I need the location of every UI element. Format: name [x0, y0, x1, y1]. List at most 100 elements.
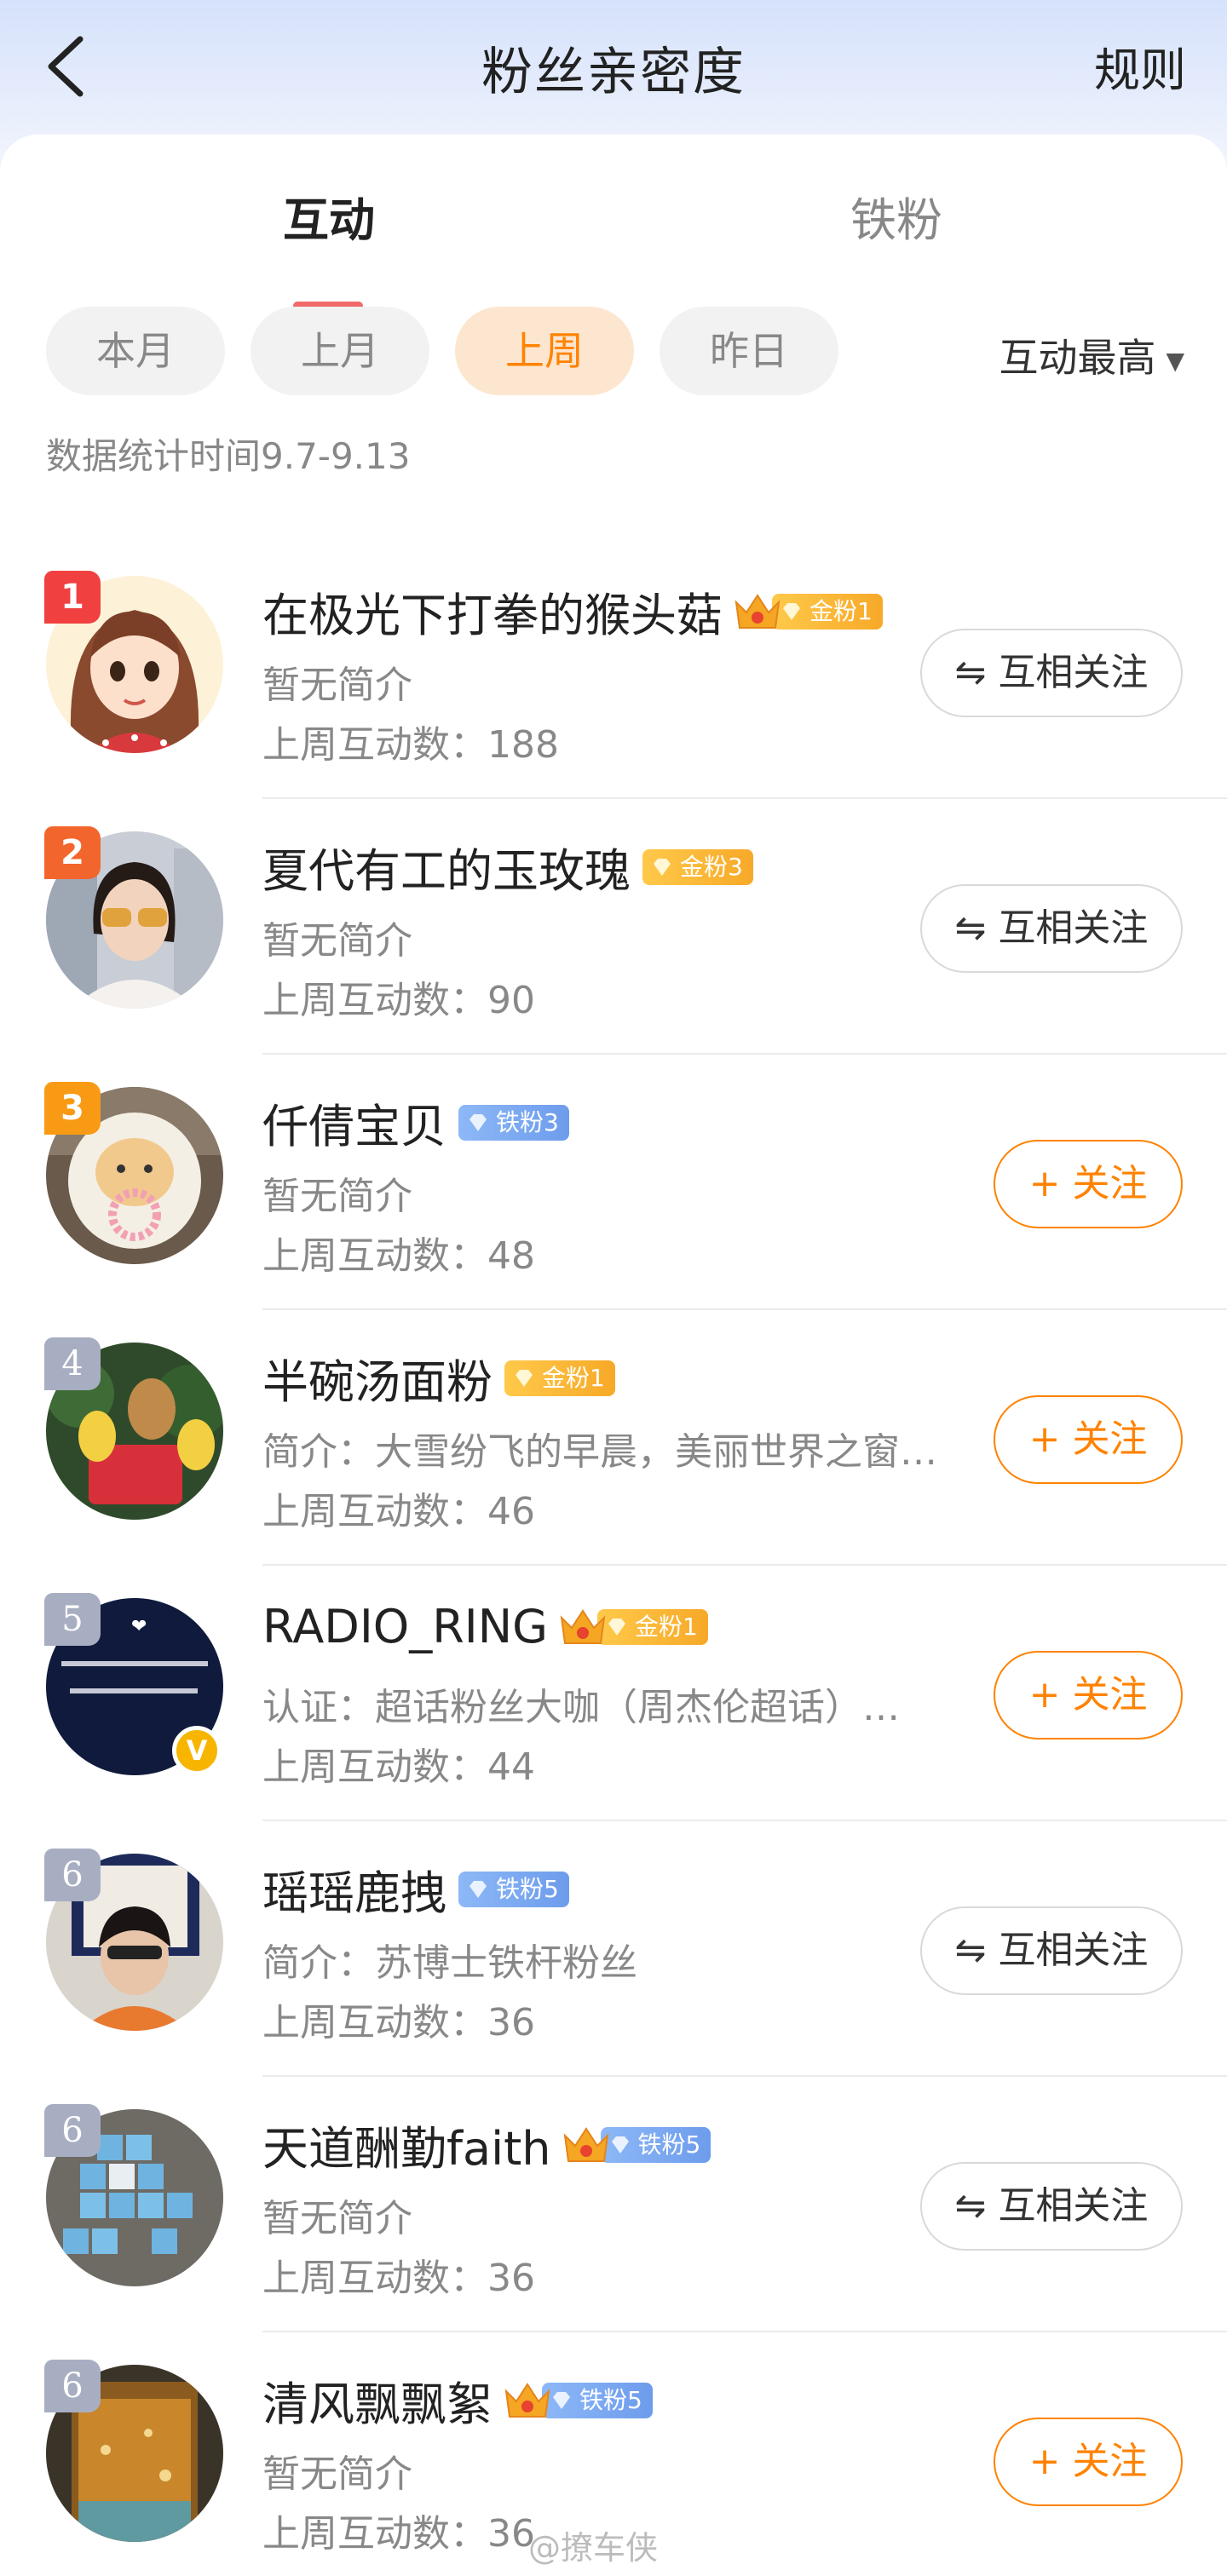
fan-bio: 暂无简介: [262, 2452, 412, 2496]
fan-bio: 暂无简介: [262, 2197, 412, 2240]
list-item[interactable]: 5 ❤ V RADIO_RING 金粉1 认证：超话粉丝大咖（周杰伦超话）… 上周…: [0, 1566, 1227, 1821]
button-label: 互相关注: [998, 651, 1149, 694]
fan-name[interactable]: 在极光下打拳的猴头菇: [262, 589, 723, 642]
fan-name[interactable]: 瑶瑶鹿拽: [262, 1866, 446, 1920]
swap-arrows-icon: ⇋: [954, 2184, 987, 2228]
fan-name[interactable]: RADIO_RING: [262, 1600, 548, 1653]
fan-level-label: 金粉1: [809, 596, 873, 625]
button-label: 互相关注: [998, 2184, 1149, 2228]
svg-text:❤: ❤: [131, 1616, 147, 1637]
interaction-count: 上周互动数：188: [262, 723, 559, 767]
plus-icon: +: [1028, 1417, 1061, 1461]
interaction-count: 上周互动数：36: [262, 2001, 535, 2044]
fan-level-badge: 铁粉5: [600, 2126, 711, 2163]
filter-last-month[interactable]: 上月: [251, 307, 429, 395]
fan-level-label: 铁粉5: [579, 2385, 642, 2414]
triangle-down-icon: ▼: [1166, 347, 1184, 375]
fan-bio: 认证：超话粉丝大咖（周杰伦超话）…: [262, 1686, 900, 1729]
button-label: 互相关注: [998, 906, 1149, 950]
mutual-follow-button[interactable]: ⇋ 互相关注: [920, 884, 1183, 973]
tab-interaction[interactable]: 互动: [283, 182, 375, 250]
fan-name-line: RADIO_RING 金粉1: [262, 1600, 708, 1656]
fan-level-badge: 铁粉5: [458, 1871, 569, 1907]
mutual-follow-button[interactable]: ⇋ 互相关注: [920, 2162, 1183, 2251]
rank-badge: 6: [44, 1849, 101, 1901]
follow-button[interactable]: + 关注: [994, 1395, 1183, 1484]
button-label: 关注: [1072, 1162, 1148, 1205]
fan-name-line: 夏代有工的玉玫瑰 金粉3: [262, 833, 753, 898]
fan-bio: 暂无简介: [262, 919, 412, 963]
fan-level-label: 铁粉5: [637, 2130, 701, 2159]
fan-name[interactable]: 仟倩宝贝: [262, 1100, 446, 1153]
fan-bio: 暂无简介: [262, 1175, 412, 1218]
fan-level-label: 金粉3: [680, 852, 743, 881]
fan-name-line: 天道酬勤faith 铁粉5: [262, 2111, 711, 2176]
rank-badge: 6: [44, 2360, 101, 2412]
fan-name[interactable]: 清风飘飘絮: [262, 2378, 493, 2431]
tab-iron-fans[interactable]: 铁粉: [850, 182, 942, 250]
sort-label: 互动最高: [999, 335, 1156, 381]
follow-button[interactable]: + 关注: [994, 1651, 1183, 1739]
rank-badge: 6: [44, 2104, 101, 2157]
page-title: 粉丝亲密度: [481, 43, 746, 102]
list-item[interactable]: 2 夏代有工的玉玫瑰 金粉3 暂无简介 上周互动数：90 ⇋ 互相关注: [0, 799, 1227, 1055]
crown-icon: [503, 2379, 552, 2422]
fan-level-label: 金粉1: [634, 1612, 698, 1641]
button-label: 关注: [1072, 2440, 1148, 2483]
period-filter-bar: 本月 上月 上周 昨日 互动最高 ▼: [0, 307, 1227, 395]
rule-link[interactable]: 规则: [1094, 32, 1186, 100]
button-label: 关注: [1072, 1417, 1148, 1461]
interaction-count: 上周互动数：48: [262, 1234, 535, 1278]
fan-name-line: 清风飘飘絮 铁粉5: [262, 2366, 653, 2431]
gem-icon: [654, 858, 671, 876]
interaction-count: 上周互动数：44: [262, 1745, 535, 1789]
fan-name[interactable]: 半碗汤面粉: [262, 1355, 493, 1409]
stat-time-range: 数据统计时间9.7-9.13: [46, 435, 411, 477]
list-item[interactable]: 6 天道酬勤faith 铁粉5 暂无简介 上周互动数：36 ⇋ 互相关注: [0, 2077, 1227, 2332]
list-item[interactable]: 4 半碗汤面粉 金粉1 简介：大雪纷飞的早晨，美丽世界之窗… 上周互动数：46 +…: [0, 1310, 1227, 1566]
list-item[interactable]: 6 瑶瑶鹿拽 铁粉5 简介：苏博士铁杆粉丝 上周互动数：36 ⇋ 互相关注: [0, 1821, 1227, 2077]
fan-level-badge: 金粉1: [772, 593, 883, 630]
filter-last-week[interactable]: 上周: [455, 307, 634, 395]
plus-icon: +: [1028, 1162, 1061, 1205]
follow-button[interactable]: + 关注: [994, 1140, 1183, 1228]
rank-badge: 3: [44, 1082, 101, 1135]
button-label: 关注: [1072, 1673, 1148, 1716]
plus-icon: +: [1028, 1673, 1061, 1716]
gem-icon: [608, 1618, 625, 1636]
fan-level-badge: 金粉3: [642, 848, 753, 885]
list-item[interactable]: 3 仟倩宝贝 铁粉3 暂无简介 上周互动数：48 + 关注: [0, 1055, 1227, 1310]
fan-name-line: 瑶瑶鹿拽 铁粉5: [262, 1855, 569, 1920]
rank-badge: 2: [44, 826, 101, 879]
rank-badge: 1: [44, 571, 101, 624]
fan-bio: 简介：苏博士铁杆粉丝: [262, 1941, 637, 1985]
interaction-count: 上周互动数：46: [262, 1490, 535, 1533]
fan-level-label: 铁粉5: [496, 1874, 559, 1903]
fan-name[interactable]: 天道酬勤faith: [262, 2122, 551, 2176]
interaction-count: 上周互动数：36: [262, 2257, 535, 2300]
fan-name-line: 仟倩宝贝 铁粉3: [262, 1089, 569, 1153]
fan-name-line: 在极光下打拳的猴头菇 金粉1: [262, 578, 883, 642]
list-item[interactable]: 1 在极光下打拳的猴头菇 金粉1 暂无简介 上周互动数：188 ⇋ 互相关注: [0, 543, 1227, 799]
crown-icon: [558, 1606, 608, 1648]
mutual-follow-button[interactable]: ⇋ 互相关注: [920, 1906, 1183, 1995]
fan-name[interactable]: 夏代有工的玉玫瑰: [262, 844, 631, 898]
plus-icon: +: [1028, 2440, 1061, 2483]
watermark: @撩车侠: [528, 2529, 659, 2567]
mutual-follow-button[interactable]: ⇋ 互相关注: [920, 629, 1183, 717]
swap-arrows-icon: ⇋: [954, 651, 987, 694]
sort-dropdown[interactable]: 互动最高 ▼: [999, 327, 1184, 383]
crown-icon: [733, 590, 782, 633]
filter-yesterday[interactable]: 昨日: [660, 307, 838, 395]
swap-arrows-icon: ⇋: [954, 906, 987, 950]
top-nav-bar: 粉丝亲密度 规则: [0, 0, 1227, 135]
fan-level-badge: 铁粉3: [458, 1104, 569, 1141]
follow-button[interactable]: + 关注: [994, 2418, 1183, 2506]
diamond-icon: [553, 2391, 570, 2409]
tab-bar: 互动 铁粉: [0, 182, 1227, 310]
filter-this-month[interactable]: 本月: [46, 307, 225, 395]
verified-v-icon: V: [172, 1726, 222, 1775]
diamond-icon: [611, 2136, 629, 2153]
gem-icon: [783, 602, 800, 620]
gem-icon: [516, 1369, 533, 1387]
